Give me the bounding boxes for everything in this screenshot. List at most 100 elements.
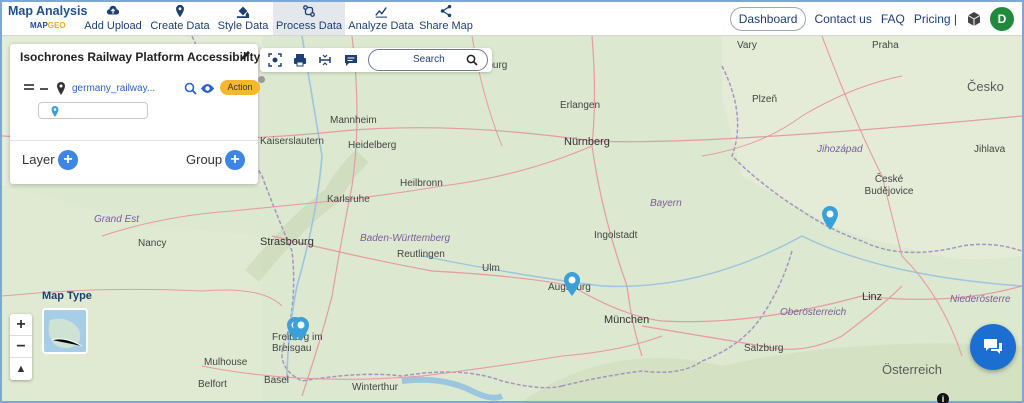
map-label-city: Ingolstadt <box>594 230 638 241</box>
railway-station-marker[interactable] <box>821 206 839 230</box>
brand-sub-prefix: MAP <box>30 21 48 30</box>
map-label-city: Heidelberg <box>348 140 397 151</box>
top-navbar: Map Analysis MAPGEO Add Upload Create Da… <box>2 2 1022 36</box>
comment-icon[interactable] <box>344 53 358 67</box>
nav-create-data-label: Create Data <box>150 20 210 32</box>
location-pin-icon <box>176 4 184 18</box>
map-label-city: Ulm <box>482 263 500 274</box>
nav-add-upload-label: Add Upload <box>84 20 142 32</box>
analyze-icon <box>375 7 388 18</box>
nav-style-data-label: Style Data <box>217 20 269 32</box>
railway-station-marker[interactable] <box>292 317 310 341</box>
brand-title: Map Analysis <box>8 4 88 18</box>
dashboard-button[interactable]: Dashboard <box>729 7 807 31</box>
nav-share-map[interactable]: Share Map <box>418 2 474 35</box>
map-label-city: Karlsruhe <box>327 194 370 205</box>
info-icon[interactable]: i <box>937 393 949 403</box>
layer-name[interactable]: germany_railway... <box>72 83 155 94</box>
point-layer-icon <box>57 82 65 95</box>
add-group-button[interactable]: + <box>225 150 245 170</box>
map-label-city: České Budějovice <box>864 174 914 197</box>
map-label-city: Heilbronn <box>400 178 443 189</box>
nav-analyze-data[interactable]: Analyze Data <box>347 2 415 35</box>
map-type-switcher[interactable] <box>42 308 88 354</box>
map-label-region: Baden-Württemberg <box>360 233 451 244</box>
map-label-city: Mannheim <box>330 115 377 126</box>
search-input[interactable]: Search <box>413 54 445 65</box>
map-label-city: Erlangen <box>560 100 601 111</box>
nav-process-data[interactable]: Process Data <box>273 2 345 35</box>
map-label-city: München <box>604 314 650 326</box>
map-label-region: Oberösterreich <box>780 307 847 318</box>
map-label-city: Mulhouse <box>204 357 248 368</box>
nav-analyze-data-label: Analyze Data <box>348 20 414 32</box>
chat-button[interactable] <box>970 324 1016 370</box>
add-layer-button[interactable]: + <box>58 150 78 170</box>
map-label-city: Winterthur <box>352 382 399 393</box>
railway-station-marker[interactable] <box>563 272 581 296</box>
zoom-in-button[interactable]: + <box>10 314 32 336</box>
faq-link[interactable]: FAQ <box>881 12 905 26</box>
edit-pencil-icon[interactable] <box>240 49 252 61</box>
map-label-city: Vary <box>737 40 757 51</box>
reset-north-button[interactable]: ▲ <box>10 358 32 380</box>
map-label-region: Grand Est <box>94 214 140 225</box>
nav-share-map-label: Share Map <box>419 20 473 32</box>
map-label-city: Kaiserslautern <box>260 136 324 147</box>
zoom-to-layer-icon[interactable] <box>184 82 197 95</box>
layer-options-dot[interactable] <box>258 76 265 83</box>
map-thumbnail <box>44 310 86 352</box>
pricing-link[interactable]: Pricing | <box>914 12 957 26</box>
panel-divider <box>10 140 258 141</box>
paint-bucket-icon <box>236 6 250 18</box>
map-label-city: Belfort <box>198 379 227 390</box>
map-label-country: Česko <box>967 79 1004 94</box>
nav-style-data[interactable]: Style Data <box>215 2 271 35</box>
drag-handle-icon[interactable] <box>24 84 34 90</box>
zoom-out-button[interactable]: − <box>10 336 32 358</box>
map-label-city: Nancy <box>138 238 167 249</box>
action-button[interactable]: Action <box>220 80 260 95</box>
visibility-eye-icon[interactable] <box>200 83 215 94</box>
map-label-city: Linz <box>862 291 883 303</box>
map-label-city: Strasbourg <box>260 236 314 248</box>
measure-icon[interactable] <box>318 53 332 67</box>
map-label-city: Salzburg <box>744 343 784 354</box>
collapse-icon[interactable] <box>40 88 48 90</box>
map-type-label: Map Type <box>42 290 92 302</box>
avatar[interactable]: D <box>990 7 1014 31</box>
search-icon[interactable] <box>466 54 478 66</box>
screenshot-icon[interactable] <box>268 53 282 67</box>
contact-link[interactable]: Contact us <box>814 12 871 26</box>
cloud-upload-icon <box>106 5 120 15</box>
nav-process-data-label: Process Data <box>275 20 343 32</box>
map-label-city: Jihlava <box>974 144 1006 155</box>
search-box[interactable]: Search <box>368 49 488 71</box>
nav-create-data[interactable]: Create Data <box>148 2 212 35</box>
share-icon <box>440 4 452 18</box>
brand-sub-suffix: GEO <box>47 21 66 30</box>
map-title[interactable]: Isochrones Railway Platform Accessibilit… <box>20 50 260 64</box>
map-label-country: Österreich <box>882 362 942 377</box>
group-add-label: Group <box>186 152 223 167</box>
print-icon[interactable] <box>293 53 307 67</box>
layer-style-chip[interactable] <box>38 102 148 119</box>
brand-logo[interactable]: Map Analysis MAPGEO <box>8 4 88 34</box>
map-label-city: Reutlingen <box>397 249 445 260</box>
nav-add-upload[interactable]: Add Upload <box>82 2 144 35</box>
map-label-city: Plzeň <box>752 94 778 105</box>
map-label-city: Praha <box>872 40 899 51</box>
map-label-region: Bayern <box>650 198 682 209</box>
map-label-city: Basel <box>264 375 290 386</box>
map-label-city: Nürnberg <box>564 136 610 148</box>
chat-bubble-icon <box>984 339 1002 354</box>
cube-icon[interactable] <box>966 11 982 27</box>
marker-style-icon <box>51 106 59 117</box>
layer-row: germany_railway... Action <box>24 76 265 98</box>
brand-subtitle: MAPGEO <box>30 21 66 30</box>
map-toolbar: Search <box>260 48 492 72</box>
map-label-region: Niederösterre <box>950 294 1011 305</box>
layer-panel: Isochrones Railway Platform Accessibilit… <box>10 44 265 184</box>
process-icon <box>303 5 315 17</box>
zoom-control: + − ▲ <box>10 314 32 380</box>
